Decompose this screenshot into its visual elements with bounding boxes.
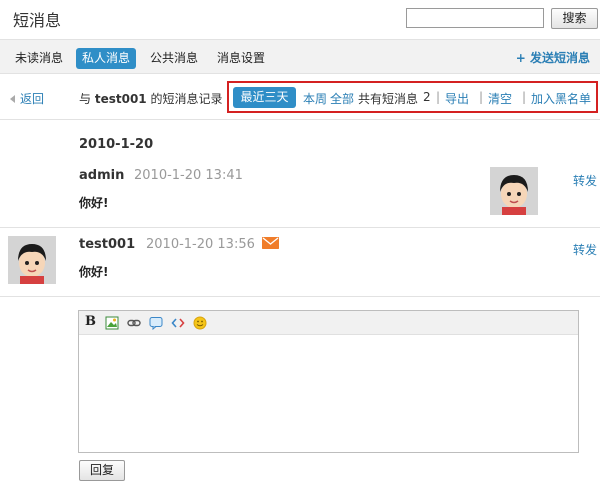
message-time: 2010-1-20 13:41 [134, 168, 243, 183]
reply-button[interactable]: 回复 [79, 460, 125, 481]
page-title: 短消息 [13, 11, 62, 30]
tab-message-settings[interactable]: 消息设置 [211, 48, 271, 69]
forward-link[interactable]: 转发 [573, 241, 597, 258]
message-sender[interactable]: test001 [79, 237, 135, 252]
record-user: test001 [94, 92, 147, 106]
message-time: 2010-1-20 13:56 [146, 237, 255, 252]
back-link[interactable]: 返回 [10, 90, 44, 107]
smiley-icon[interactable] [193, 316, 207, 330]
avatar[interactable] [8, 236, 56, 284]
separator: | [436, 90, 441, 104]
send-message-link[interactable]: + 发送短消息 [516, 48, 590, 69]
message-divider [0, 227, 600, 228]
bold-icon[interactable]: B [85, 315, 99, 329]
tab-bar: 未读消息 私人消息 公共消息 消息设置 + 发送短消息 [0, 39, 600, 74]
tab-unread-messages[interactable]: 未读消息 [9, 48, 69, 69]
total-count: 2 [423, 90, 431, 104]
record-title: 与 test001 的短消息记录 [79, 90, 223, 107]
reply-editor: B [78, 310, 579, 453]
forward-link[interactable]: 转发 [573, 172, 597, 189]
filter-bar: 返回 与 test001 的短消息记录 最近三天 本周 全部 共有短消息 2 |… [0, 74, 600, 120]
link-icon[interactable] [127, 316, 141, 330]
message-sender[interactable]: admin [79, 168, 124, 183]
quote-icon[interactable] [149, 316, 163, 330]
header: 短消息 搜索 [0, 0, 600, 38]
range-this-week[interactable]: 本周 [303, 90, 327, 107]
avatar-image [490, 167, 538, 215]
image-icon[interactable] [105, 316, 119, 330]
separator: | [479, 90, 484, 104]
mail-icon [262, 237, 279, 249]
total-label: 共有短消息 [358, 92, 419, 106]
clear-link[interactable]: 清空 [488, 90, 512, 107]
editor-toolbar: B [79, 311, 578, 335]
message-body: 你好! [79, 265, 109, 279]
back-arrow-icon [10, 95, 15, 103]
message-divider [0, 296, 600, 297]
editor-text-area[interactable] [79, 336, 578, 452]
message-body: 你好! [79, 196, 109, 210]
tab-public-messages[interactable]: 公共消息 [144, 48, 204, 69]
search-input[interactable] [406, 8, 544, 28]
add-to-blacklist-link[interactable]: 加入黑名单 [531, 90, 591, 107]
search-button[interactable]: 搜索 [551, 8, 598, 29]
avatar[interactable] [490, 167, 538, 215]
date-heading: 2010-1-20 [79, 137, 154, 152]
record-suffix: 的短消息记录 [150, 92, 223, 106]
range-last-three-days[interactable]: 最近三天 [233, 87, 296, 108]
unread-mail-icon [262, 237, 279, 249]
avatar-image [8, 236, 56, 284]
record-prefix: 与 [79, 92, 92, 106]
back-link-label: 返回 [20, 92, 45, 106]
code-icon[interactable] [171, 316, 185, 330]
export-link[interactable]: 导出 [445, 90, 469, 107]
range-all[interactable]: 全部 [330, 90, 354, 107]
separator: | [522, 90, 527, 104]
tab-private-messages[interactable]: 私人消息 [76, 48, 137, 69]
